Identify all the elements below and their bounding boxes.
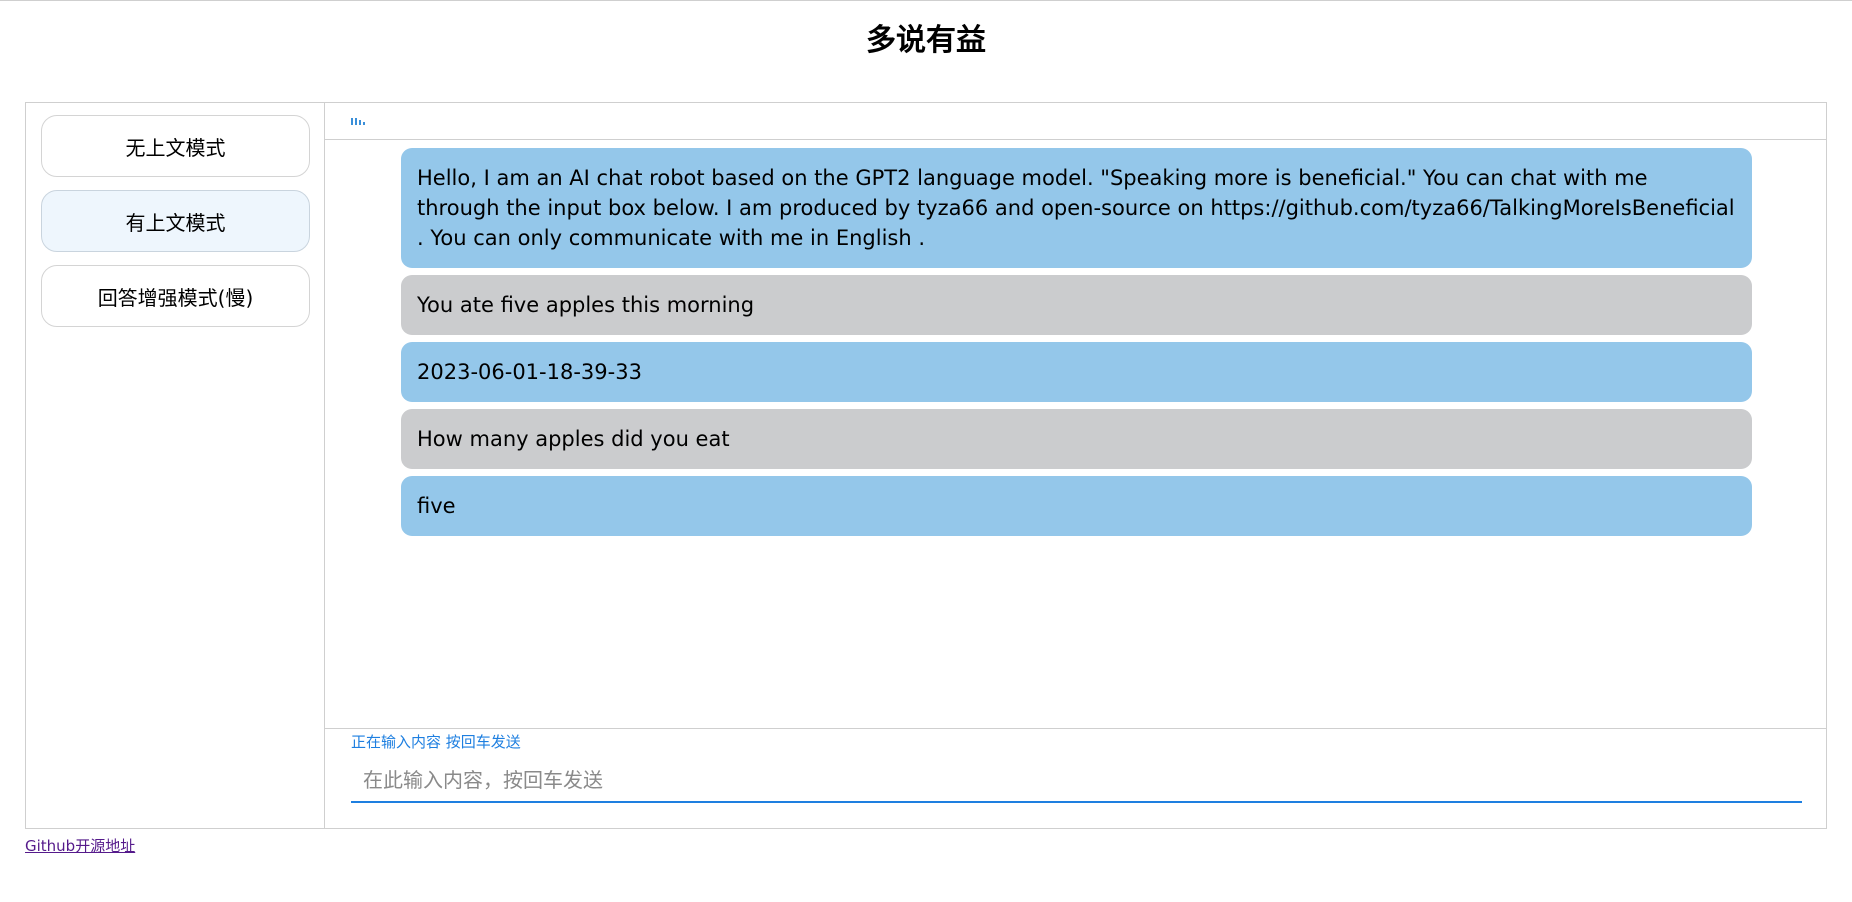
user-message: How many apples did you eat [401,409,1752,469]
github-link[interactable]: Github开源地址 [25,835,135,856]
mode-button-enhanced[interactable]: 回答增强模式(慢) [41,265,310,327]
chat-header [325,103,1826,140]
message-list: Hello, I am an AI chat robot based on th… [401,148,1752,543]
bot-message: Hello, I am an AI chat robot based on th… [401,148,1752,268]
chat-input[interactable] [351,759,1802,803]
bot-message: five [401,476,1752,536]
app-frame: 无上文模式 有上文模式 回答增强模式(慢) Hello, I am an AI … [25,102,1827,829]
input-status-text: 正在输入内容 按回车发送 [351,733,521,751]
mode-sidebar: 无上文模式 有上文模式 回答增强模式(慢) [26,103,325,828]
typing-indicator-icon [351,117,367,125]
mode-button-label: 回答增强模式(慢) [97,285,254,310]
mode-button-no-context[interactable]: 无上文模式 [41,115,310,177]
mode-button-label: 无上文模式 [125,135,226,160]
input-area: 正在输入内容 按回车发送 [325,728,1826,828]
bot-message: 2023-06-01-18-39-33 [401,342,1752,402]
user-message: You ate five apples this morning [401,275,1752,335]
chat-panel: Hello, I am an AI chat robot based on th… [325,103,1826,828]
mode-button-with-context[interactable]: 有上文模式 [41,190,310,252]
page-title: 多说有益 [866,23,986,58]
mode-button-label: 有上文模式 [125,210,226,235]
